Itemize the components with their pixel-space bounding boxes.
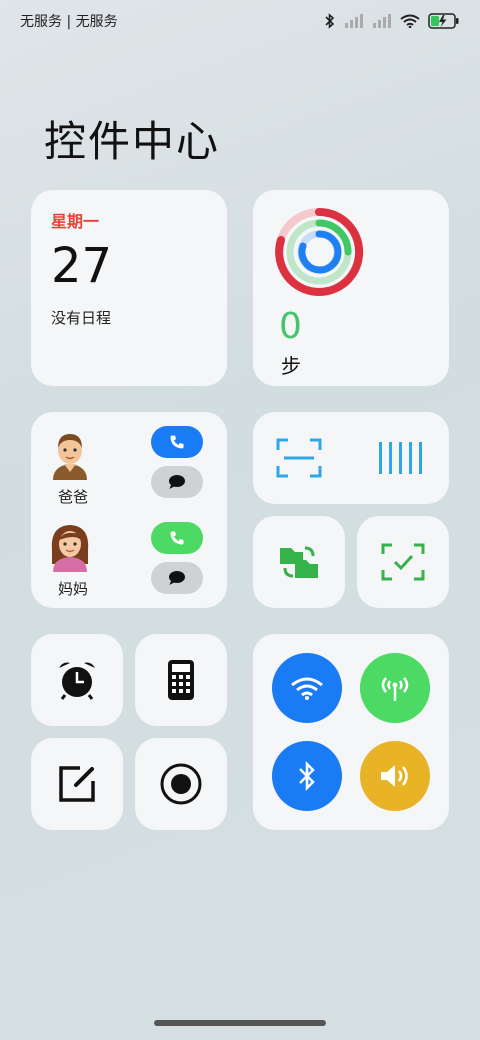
avatar-mom-icon[interactable] (49, 520, 91, 572)
bluetooth-toggle[interactable] (272, 741, 342, 811)
alarm-button[interactable] (31, 634, 123, 726)
file-transfer-button[interactable] (253, 516, 345, 608)
screen-record-button[interactable] (135, 738, 227, 830)
contacts-widget: 爸爸 妈妈 (31, 412, 227, 608)
battery-charging-icon (428, 13, 459, 29)
activity-widget[interactable]: 0 步 (253, 190, 449, 386)
wifi-toggle[interactable] (272, 653, 342, 723)
scan-barcode-button[interactable] (373, 434, 429, 482)
alarm-clock-icon (59, 662, 95, 700)
bluetooth-status-icon (325, 13, 335, 29)
hotspot-toggle[interactable] (360, 653, 430, 723)
signal-1-icon (345, 14, 363, 28)
barcode-icon (379, 442, 422, 474)
message-button[interactable] (151, 562, 203, 594)
signal-2-icon (373, 14, 391, 28)
contact-name: 妈妈 (57, 580, 88, 598)
bluetooth-icon (299, 761, 315, 791)
steps-unit: 步 (281, 354, 301, 378)
scan-icon (276, 438, 322, 478)
phone-icon (170, 435, 184, 449)
call-button[interactable] (151, 522, 203, 554)
scan-widget (253, 412, 449, 504)
status-icons (324, 13, 460, 29)
message-icon (169, 475, 185, 489)
calculator-button[interactable] (135, 634, 227, 726)
calendar-widget[interactable]: 星期一 27 没有日程 (31, 190, 227, 386)
home-indicator[interactable] (154, 1020, 326, 1026)
activity-rings-icon (275, 207, 364, 296)
message-icon (169, 571, 185, 585)
hotspot-icon (381, 677, 409, 701)
edit-note-icon (59, 766, 95, 802)
contact-item: 爸爸 (31, 426, 227, 518)
message-button[interactable] (151, 466, 203, 498)
calendar-day: 27 (51, 238, 113, 294)
wifi-status-icon (400, 14, 420, 28)
volume-icon (381, 765, 408, 787)
file-transfer-icon (280, 546, 318, 578)
volume-toggle[interactable] (360, 741, 430, 811)
scan-check-icon (381, 543, 425, 581)
calculator-icon (168, 660, 194, 700)
carrier-text: 无服务 | 无服务 (20, 14, 118, 30)
avatar-dad-icon[interactable] (49, 428, 91, 480)
screen-record-icon (160, 763, 202, 805)
calendar-note: 没有日程 (51, 308, 112, 327)
scan-check-button[interactable] (357, 516, 449, 608)
status-bar: 无服务 | 无服务 (0, 0, 480, 42)
wifi-icon (291, 677, 323, 700)
note-button[interactable] (31, 738, 123, 830)
phone-icon (170, 531, 184, 545)
page-title: 控件中心 (44, 117, 221, 166)
connectivity-widget (253, 634, 449, 830)
contact-item: 妈妈 (31, 520, 227, 610)
contact-name: 爸爸 (57, 488, 88, 506)
scan-qr-button[interactable] (271, 434, 327, 482)
call-button[interactable] (151, 426, 203, 458)
steps-value: 0 (279, 306, 302, 347)
calendar-weekday: 星期一 (51, 212, 100, 231)
